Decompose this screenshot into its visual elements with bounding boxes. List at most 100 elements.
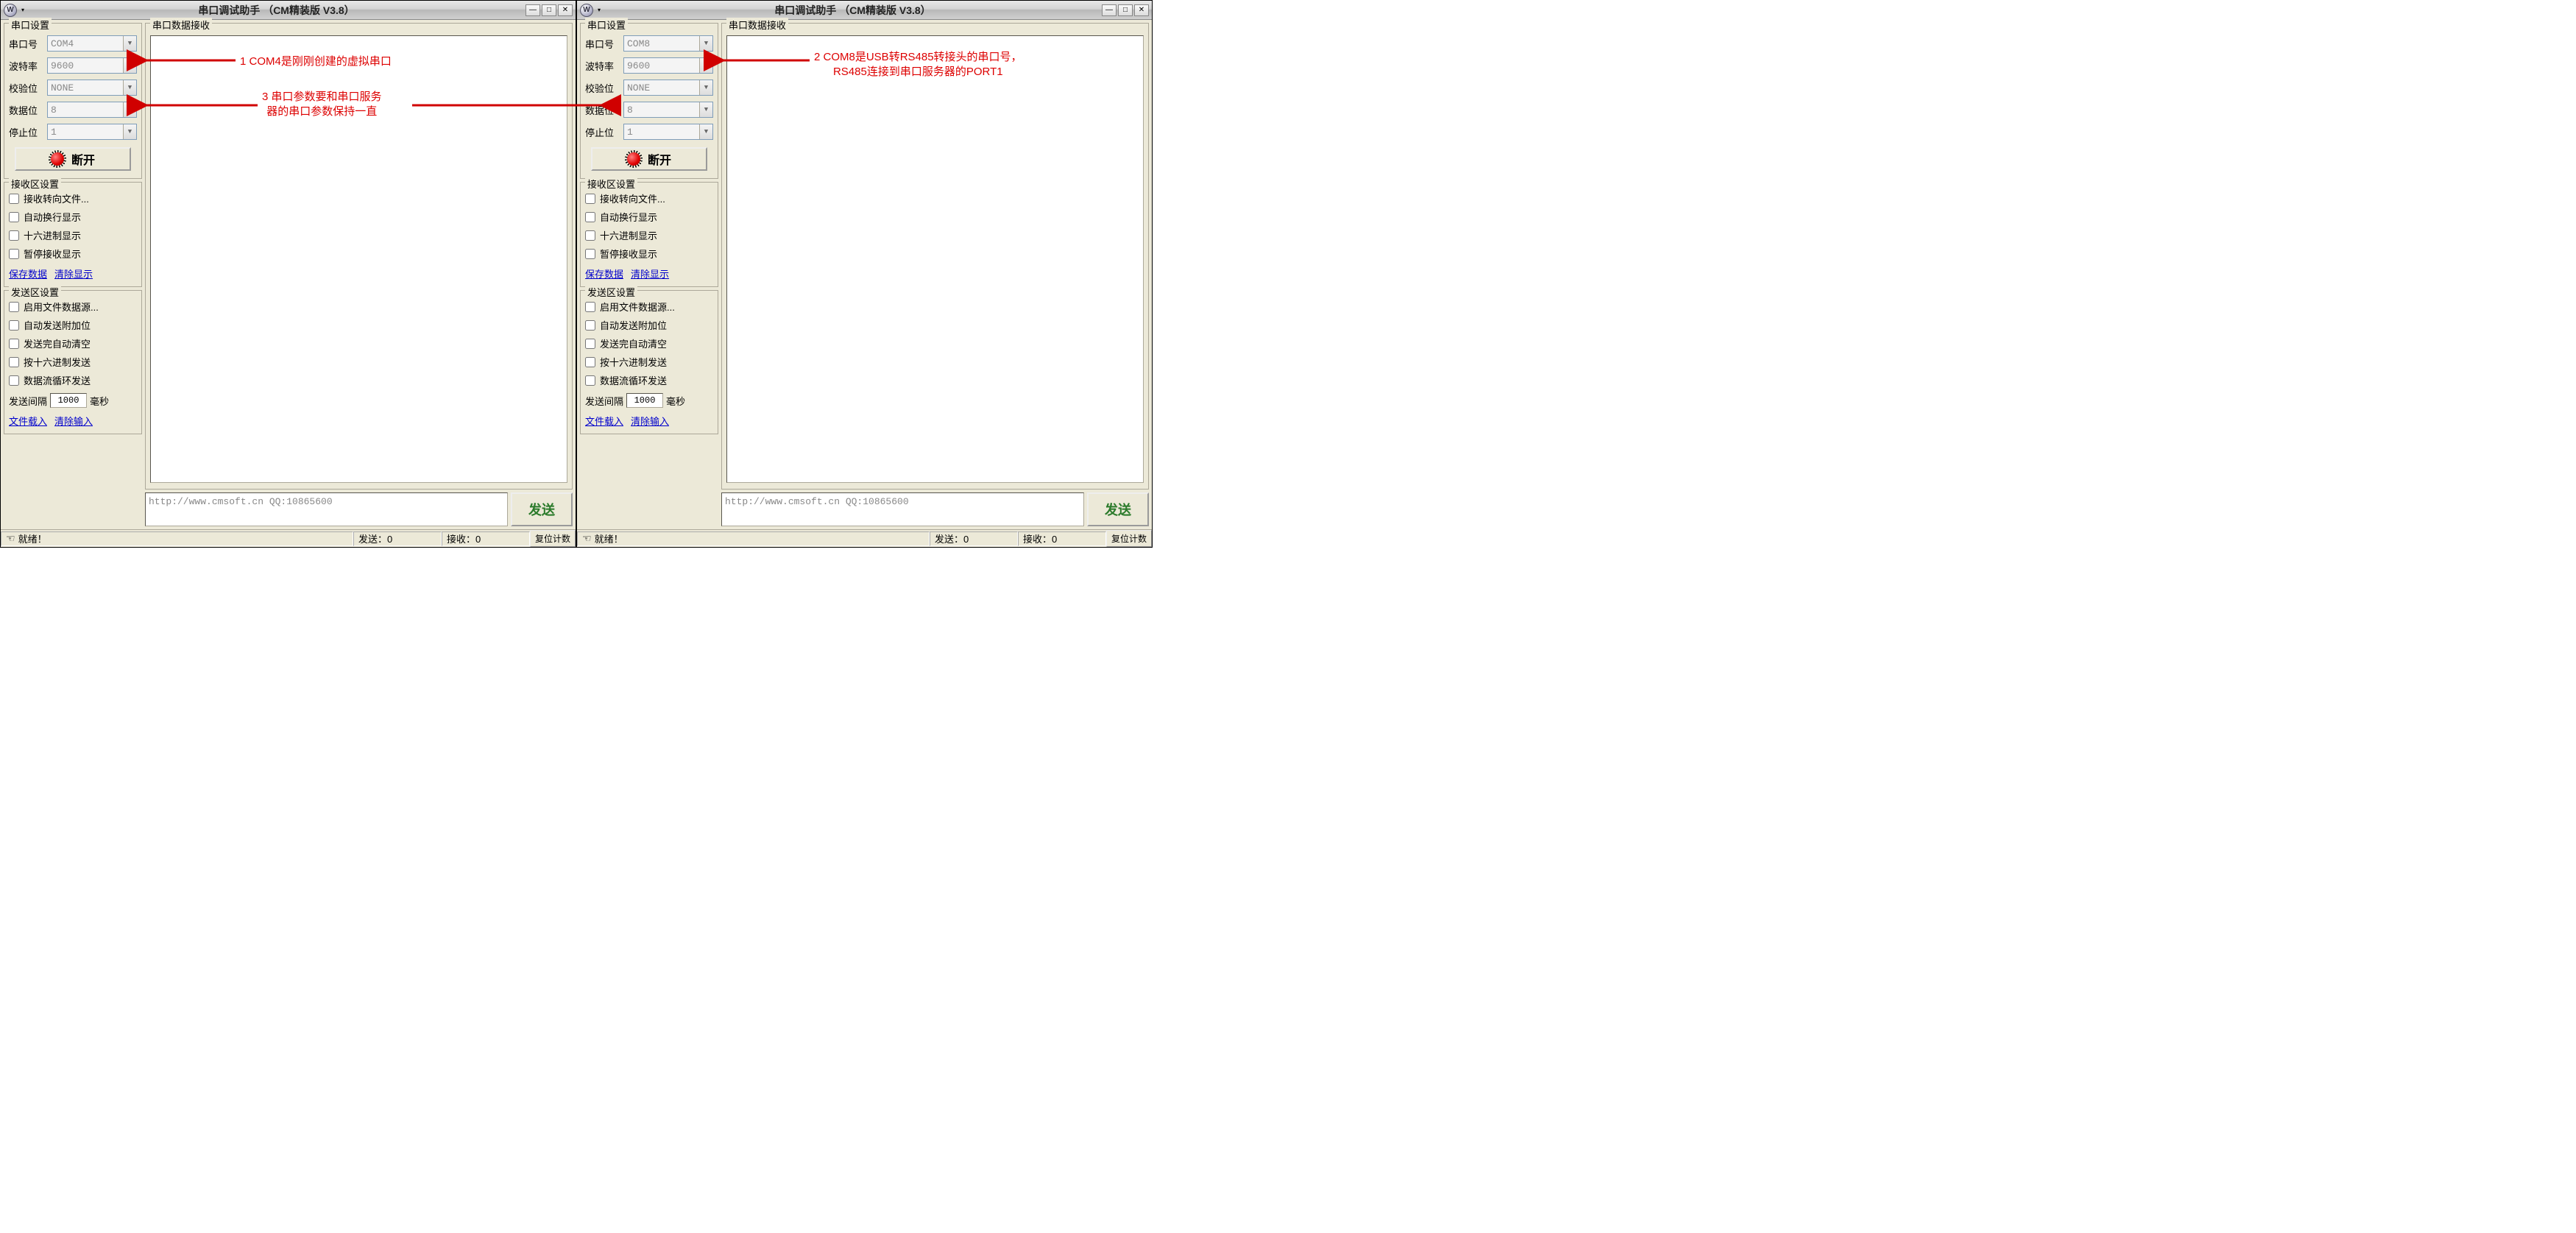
group-recv-settings: 接收区设置 接收转向文件... 自动换行显示 十六进制显示 暂停接收显示 保存数… [580, 182, 718, 287]
combo-baud[interactable]: 9600▼ [47, 57, 137, 74]
check-hex-send[interactable] [585, 357, 595, 367]
send-input[interactable]: http://www.cmsoft.cn QQ:10865600 [145, 492, 508, 526]
group-recv-settings: 接收区设置 接收转向文件... 自动换行显示 十六进制显示 暂停接收显示 保存数… [4, 182, 142, 287]
chevron-down-icon: ▼ [123, 102, 136, 117]
minimize-button[interactable]: — [1102, 4, 1117, 16]
group-legend: 串口设置 [9, 18, 52, 32]
titlebar[interactable]: W ▾ 串口调试助手 （CM精装版 V3.8） — □ ✕ [1, 1, 576, 20]
check-auto-wrap[interactable] [9, 212, 19, 222]
chevron-down-icon: ▼ [699, 58, 712, 73]
label-databits: 数据位 [9, 103, 43, 117]
send-input[interactable]: http://www.cmsoft.cn QQ:10865600 [721, 492, 1084, 526]
window-right: W ▾ 串口调试助手 （CM精装版 V3.8） — □ ✕ 串口设置 串口号 C… [576, 0, 1153, 548]
disconnect-button[interactable]: 断开 [591, 147, 707, 171]
status-ready: 就绪！ [595, 531, 623, 545]
link-save-data[interactable]: 保存数据 [9, 266, 47, 280]
check-auto-append[interactable] [9, 320, 19, 331]
check-hex-display[interactable] [585, 230, 595, 241]
close-button[interactable]: ✕ [558, 4, 573, 16]
group-legend: 发送区设置 [9, 285, 61, 299]
send-button[interactable]: 发送 [1087, 492, 1149, 526]
chevron-down-icon: ▼ [123, 36, 136, 51]
minimize-button[interactable]: — [526, 4, 540, 16]
link-file-load[interactable]: 文件载入 [585, 414, 623, 428]
check-auto-wrap[interactable] [585, 212, 595, 222]
status-ready: 就绪！ [18, 531, 47, 545]
check-recv-to-file[interactable] [9, 194, 19, 204]
titlebar[interactable]: W ▾ 串口调试助手 （CM精装版 V3.8） — □ ✕ [577, 1, 1152, 20]
check-pause-recv[interactable] [585, 249, 595, 259]
status-sent: 发送：0 [930, 531, 1018, 546]
group-serial-settings: 串口设置 串口号 COM8▼ 波特率 9600▼ 校验位 NONE▼ 数据位 8… [580, 23, 718, 179]
interval-input[interactable] [50, 393, 87, 408]
label-baud: 波特率 [9, 59, 43, 73]
chevron-down-icon: ▼ [699, 102, 712, 117]
recv-textarea[interactable] [150, 35, 567, 483]
connection-indicator-icon [51, 152, 64, 166]
check-auto-append[interactable] [585, 320, 595, 331]
link-clear-input[interactable]: 清除输入 [631, 414, 669, 428]
label-stopbits: 停止位 [585, 125, 619, 139]
check-file-source[interactable] [9, 302, 19, 312]
check-file-source[interactable] [585, 302, 595, 312]
link-file-load[interactable]: 文件载入 [9, 414, 47, 428]
statusbar: ☜就绪！ 发送：0 接收：0 复位计数 [1, 529, 576, 547]
chevron-down-icon: ▼ [123, 80, 136, 95]
interval-unit: 毫秒 [90, 394, 109, 408]
status-sent: 发送：0 [353, 531, 442, 546]
interval-input[interactable] [626, 393, 663, 408]
chevron-down-icon: ▼ [699, 36, 712, 51]
status-recv: 接收：0 [1018, 531, 1106, 546]
status-recv: 接收：0 [442, 531, 530, 546]
maximize-button[interactable]: □ [542, 4, 556, 16]
link-clear-display[interactable]: 清除显示 [631, 266, 669, 280]
check-hex-send[interactable] [9, 357, 19, 367]
group-legend: 接收区设置 [9, 177, 61, 191]
combo-stopbits[interactable]: 1▼ [47, 124, 137, 140]
send-button[interactable]: 发送 [511, 492, 573, 526]
chevron-down-icon: ▼ [123, 58, 136, 73]
group-legend: 串口数据接收 [150, 18, 212, 32]
interval-label: 发送间隔 [585, 394, 623, 408]
maximize-button[interactable]: □ [1118, 4, 1133, 16]
label-parity: 校验位 [9, 81, 43, 95]
combo-databits[interactable]: 8▼ [623, 102, 713, 118]
disconnect-button[interactable]: 断开 [15, 147, 131, 171]
check-loop-send[interactable] [585, 375, 595, 386]
group-legend: 串口数据接收 [726, 18, 788, 32]
combo-databits[interactable]: 8▼ [47, 102, 137, 118]
label-parity: 校验位 [585, 81, 619, 95]
combo-stopbits[interactable]: 1▼ [623, 124, 713, 140]
check-auto-clear[interactable] [585, 339, 595, 349]
chevron-down-icon: ▼ [699, 80, 712, 95]
reset-counter-button[interactable]: 复位计数 [530, 530, 576, 547]
statusbar: ☜就绪！ 发送：0 接收：0 复位计数 [577, 529, 1152, 547]
combo-port[interactable]: COM4▼ [47, 35, 137, 52]
hand-icon: ☜ [6, 532, 15, 545]
recv-textarea[interactable] [726, 35, 1144, 483]
check-auto-clear[interactable] [9, 339, 19, 349]
link-clear-display[interactable]: 清除显示 [54, 266, 93, 280]
link-save-data[interactable]: 保存数据 [585, 266, 623, 280]
combo-parity[interactable]: NONE▼ [47, 80, 137, 96]
group-send-settings: 发送区设置 启用文件数据源... 自动发送附加位 发送完自动清空 按十六进制发送… [4, 290, 142, 434]
titlebar-menu-arrow[interactable]: ▾ [595, 6, 604, 15]
check-hex-display[interactable] [9, 230, 19, 241]
group-legend: 发送区设置 [585, 285, 637, 299]
chevron-down-icon: ▼ [123, 124, 136, 139]
combo-parity[interactable]: NONE▼ [623, 80, 713, 96]
combo-baud[interactable]: 9600▼ [623, 57, 713, 74]
window-title: 串口调试助手 （CM精装版 V3.8） [604, 3, 1102, 18]
label-port: 串口号 [9, 37, 43, 51]
titlebar-menu-arrow[interactable]: ▾ [18, 6, 27, 15]
reset-counter-button[interactable]: 复位计数 [1106, 530, 1152, 547]
check-loop-send[interactable] [9, 375, 19, 386]
group-legend: 接收区设置 [585, 177, 637, 191]
group-recv-panel: 串口数据接收 [721, 23, 1149, 490]
link-clear-input[interactable]: 清除输入 [54, 414, 93, 428]
combo-port[interactable]: COM8▼ [623, 35, 713, 52]
chevron-down-icon: ▼ [699, 124, 712, 139]
close-button[interactable]: ✕ [1134, 4, 1149, 16]
check-pause-recv[interactable] [9, 249, 19, 259]
check-recv-to-file[interactable] [585, 194, 595, 204]
